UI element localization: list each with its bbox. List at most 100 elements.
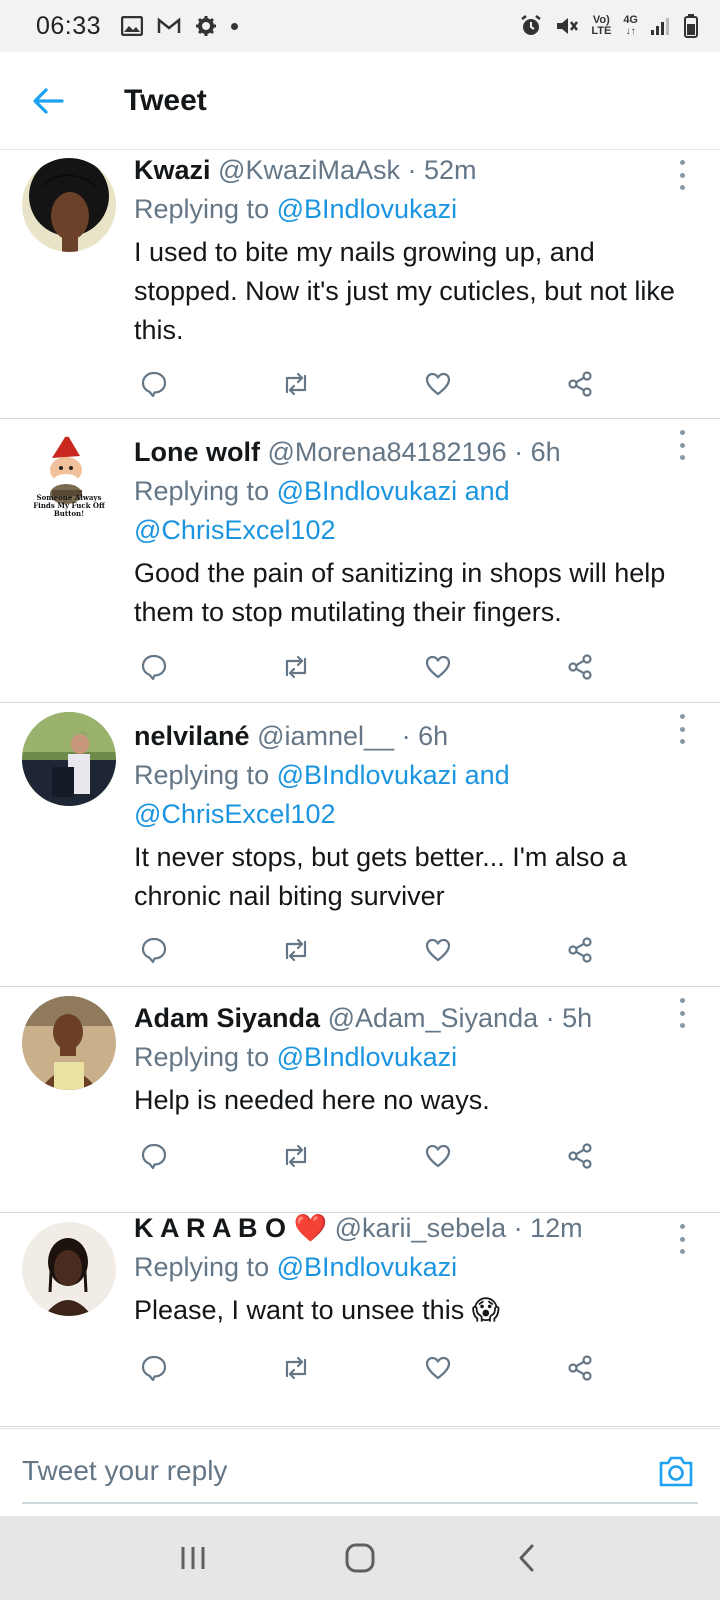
share-button[interactable] [560, 647, 600, 687]
tweet-text: Help is needed here no ways. [134, 1085, 490, 1115]
recent-apps-button[interactable] [163, 1528, 223, 1588]
reply-tweet[interactable]: Kwazi @KwaziMaAsk · 52m Replying to @BIn… [0, 150, 720, 419]
user-handle[interactable]: @Adam_Siyanda [328, 1003, 539, 1033]
tweet-actions [134, 1348, 614, 1388]
like-button[interactable] [418, 1348, 458, 1388]
retweet-icon [285, 1356, 307, 1380]
share-icon [568, 654, 592, 680]
like-button[interactable] [418, 1136, 458, 1176]
volte-bottom-text: LTE [591, 25, 612, 37]
tweet-time: · 6h [514, 437, 561, 467]
avatar[interactable] [22, 712, 116, 806]
retweet-button[interactable] [276, 930, 316, 970]
reply-button[interactable] [134, 647, 174, 687]
tweet-actions [134, 364, 614, 404]
heart-icon [425, 938, 451, 962]
tweet-text: It never stops, but gets better... I'm a… [134, 842, 627, 911]
reply-button[interactable] [134, 1348, 174, 1388]
reply-tweet[interactable]: nelvilané @iamnel__ · 6h Replying to @BI… [0, 704, 720, 987]
mention-link[interactable]: @BIndlovukazi [277, 1042, 458, 1072]
mute-icon [555, 15, 579, 37]
home-button[interactable] [330, 1528, 390, 1588]
avatar[interactable] [22, 996, 116, 1090]
avatar[interactable] [22, 158, 116, 252]
replying-to-label: Replying to [134, 194, 277, 224]
alarm-icon [519, 14, 543, 38]
gallery-icon [121, 16, 144, 36]
back-button[interactable] [18, 71, 78, 131]
share-button[interactable] [560, 1348, 600, 1388]
reply-button[interactable] [134, 364, 174, 404]
mention-link[interactable]: @BIndlovukazi [277, 194, 458, 224]
tweet-time: · 6h [401, 721, 449, 751]
share-button[interactable] [560, 930, 600, 970]
back-nav-button[interactable] [497, 1528, 557, 1588]
reply-tweet[interactable]: Adam Siyanda @Adam_Siyanda · 5h Replying… [0, 988, 720, 1213]
recent-apps-icon [181, 1547, 205, 1569]
share-button[interactable] [560, 1136, 600, 1176]
status-bar: 06:33 Vo) LTE 4G ↓↑ [0, 0, 720, 52]
retweet-button[interactable] [276, 1348, 316, 1388]
retweet-button[interactable] [276, 647, 316, 687]
replying-to-label: Replying to [134, 1042, 277, 1072]
home-icon [345, 1543, 375, 1573]
display-name[interactable]: K A R A B O ❤️ [134, 1213, 327, 1243]
like-button[interactable] [418, 930, 458, 970]
reply-button[interactable] [134, 930, 174, 970]
reply-tweet[interactable]: Someone Always Finds My Fuck Off Button!… [0, 420, 720, 703]
comment-icon [141, 1355, 167, 1382]
retweet-icon [285, 1144, 307, 1168]
volte-label: Vo) LTE [591, 15, 611, 37]
reply-button[interactable] [134, 1136, 174, 1176]
share-icon [568, 1143, 592, 1169]
tweet-actions [134, 647, 614, 687]
tweet-time: · 52m [407, 155, 477, 185]
data-network-label: 4G ↓↑ [623, 14, 638, 38]
share-icon [568, 1355, 592, 1381]
user-handle[interactable]: @iamnel__ [257, 721, 394, 751]
replying-to-label: Replying to [134, 1252, 277, 1282]
tweet-time: · 12m [513, 1213, 583, 1243]
avatar[interactable] [22, 1222, 116, 1316]
display-name[interactable]: nelvilané [134, 721, 250, 751]
user-handle[interactable]: @Morena84182196 [268, 437, 507, 467]
display-name[interactable]: Adam Siyanda [134, 1003, 320, 1033]
user-handle[interactable]: @KwaziMaAsk [218, 155, 400, 185]
share-icon [568, 937, 592, 963]
system-navigation-bar [0, 1516, 720, 1600]
top-app-bar: Tweet [0, 52, 720, 150]
reply-tweet[interactable]: K A R A B O ❤️ @karii_sebela · 12m Reply… [0, 1213, 720, 1427]
comment-icon [141, 937, 167, 964]
share-button[interactable] [560, 364, 600, 404]
avatar-caption: Someone Always Finds My Fuck Off Button! [33, 493, 105, 518]
page-title: Tweet [124, 83, 207, 117]
heart-icon [425, 1144, 451, 1168]
tweet-reply-input[interactable] [22, 1441, 642, 1501]
status-time: 06:33 [36, 11, 102, 40]
tweet-text: Please, I want to unsee this 😱 [134, 1295, 500, 1325]
data-network-text: 4G [623, 14, 638, 26]
mention-link[interactable]: @BIndlovukazi [277, 1252, 458, 1282]
avatar[interactable]: Someone Always Finds My Fuck Off Button! [22, 428, 116, 522]
replying-to-label: Replying to [134, 760, 277, 790]
like-button[interactable] [418, 647, 458, 687]
display-name[interactable]: Kwazi [134, 155, 211, 185]
chevron-left-icon [519, 1544, 534, 1572]
comment-icon [141, 654, 167, 681]
retweet-button[interactable] [276, 1136, 316, 1176]
arrow-left-icon [33, 87, 64, 114]
camera-button[interactable] [654, 1449, 698, 1493]
heart-icon [425, 655, 451, 679]
display-name[interactable]: Lone wolf [134, 437, 260, 467]
battery-icon [684, 14, 698, 38]
comment-icon [141, 1143, 167, 1170]
tweet-text: Good the pain of sanitizing in shops wil… [134, 558, 666, 627]
share-icon [568, 371, 592, 397]
notification-dot-icon [231, 22, 239, 30]
user-handle[interactable]: @karii_sebela [335, 1213, 507, 1243]
retweet-button[interactable] [276, 364, 316, 404]
like-button[interactable] [418, 364, 458, 404]
tweet-text: I used to bite my nails growing up, and … [134, 237, 675, 345]
reply-composer [0, 1428, 720, 1516]
retweet-icon [285, 938, 307, 962]
